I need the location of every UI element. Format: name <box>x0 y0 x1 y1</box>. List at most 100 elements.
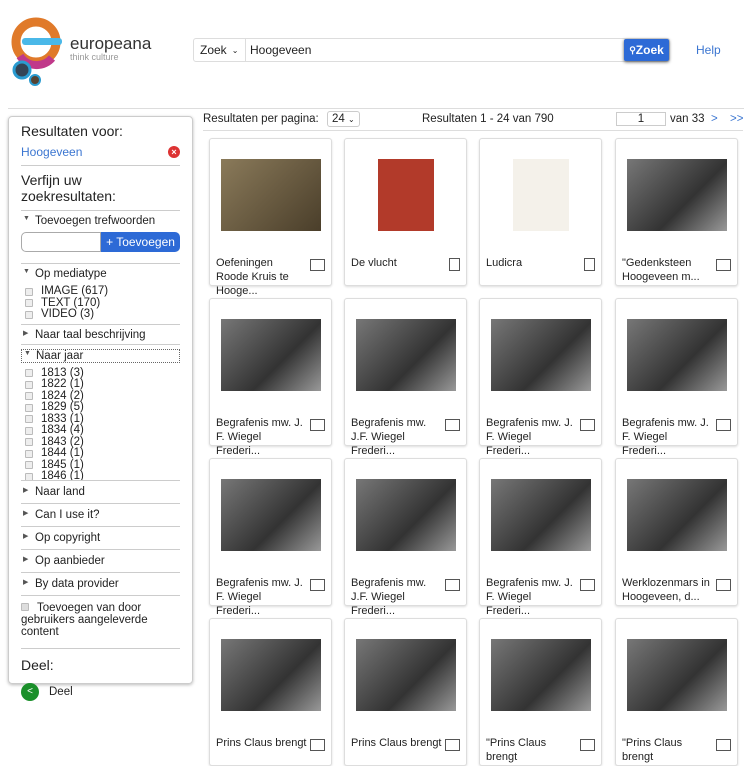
facet-year[interactable]: Naar jaar <box>21 348 180 363</box>
result-card[interactable]: Begrafenis mw. J. F. Wiegel Frederi... <box>209 458 332 617</box>
checkbox[interactable] <box>25 403 33 412</box>
result-title[interactable]: Werklozenmars in Hoogeveen, d... <box>622 576 714 604</box>
result-title[interactable]: "Prins Claus brengt <box>622 736 714 764</box>
result-thumbnail[interactable] <box>491 319 591 391</box>
facet-collapsed[interactable]: Naar land <box>21 486 180 498</box>
facet-collapsed[interactable]: Op copyright <box>21 532 180 544</box>
facet-keywords[interactable]: Toevoegen trefwoorden <box>21 215 180 227</box>
checkbox[interactable] <box>25 472 33 480</box>
result-title[interactable]: Begrafenis mw. J. F. Wiegel Frederi... <box>622 416 714 458</box>
result-title[interactable]: Prins Claus brengt <box>216 736 308 750</box>
result-title[interactable]: Prins Claus brengt <box>351 736 443 750</box>
image-icon <box>580 419 595 431</box>
checkbox[interactable] <box>25 461 33 470</box>
result-card[interactable]: Begrafenis mw. J.F. Wiegel Frederi... <box>344 458 467 617</box>
result-card[interactable]: Prins Claus brengt <box>344 618 467 766</box>
result-thumbnail[interactable] <box>627 319 727 391</box>
image-icon <box>445 419 460 431</box>
checkbox[interactable] <box>25 426 33 435</box>
result-thumbnail[interactable] <box>491 639 591 711</box>
facet-option[interactable]: VIDEO (3) <box>21 308 180 321</box>
result-card[interactable]: Ludicra <box>479 138 602 286</box>
search-button[interactable]: ⚲ Zoek <box>624 39 669 61</box>
result-card[interactable]: "Prins Claus brengt <box>479 618 602 766</box>
image-icon <box>445 739 460 751</box>
per-page-select[interactable]: 24 ⌄ <box>327 111 360 127</box>
facet-mediatype[interactable]: Op mediatype <box>21 268 180 280</box>
result-thumbnail[interactable] <box>491 479 591 551</box>
result-title[interactable]: Begrafenis mw. J. F. Wiegel Frederi... <box>216 416 308 458</box>
result-thumbnail[interactable] <box>221 319 321 391</box>
result-title[interactable]: Oefeningen Roode Kruis te Hooge... <box>216 256 308 298</box>
facet-option[interactable]: IMAGE (617) <box>21 285 180 298</box>
result-card[interactable]: Begrafenis mw. J.F. Wiegel Frederi... <box>344 298 467 457</box>
checkbox[interactable] <box>25 369 33 378</box>
help-link[interactable]: Help <box>696 43 721 57</box>
result-card[interactable]: Begrafenis mw. J. F. Wiegel Frederi... <box>479 458 602 617</box>
facet-option[interactable]: 1834 (4) <box>21 424 180 437</box>
result-card[interactable]: Begrafenis mw. J. F. Wiegel Frederi... <box>479 298 602 457</box>
result-thumbnail[interactable] <box>378 159 434 231</box>
result-card[interactable]: "Gedenksteen Hoogeveen m... <box>615 138 738 286</box>
add-keyword-button[interactable]: + Toevoegen <box>101 232 180 252</box>
result-thumbnail[interactable] <box>221 479 321 551</box>
facet-collapsed[interactable]: By data provider <box>21 578 180 590</box>
image-icon <box>716 739 731 751</box>
result-thumbnail[interactable] <box>513 159 569 231</box>
result-title[interactable]: "Gedenksteen Hoogeveen m... <box>622 256 714 284</box>
checkbox[interactable] <box>25 287 33 296</box>
result-thumbnail[interactable] <box>627 639 727 711</box>
checkbox[interactable] <box>25 449 33 458</box>
result-title[interactable]: Begrafenis mw. J. F. Wiegel Frederi... <box>486 576 578 618</box>
checkbox[interactable] <box>25 415 33 424</box>
facet-option[interactable]: 1822 (1) <box>21 378 180 391</box>
facet-collapsed[interactable]: Can I use it? <box>21 509 180 521</box>
checkbox[interactable] <box>25 380 33 389</box>
europeana-logo[interactable] <box>8 16 64 88</box>
ugc-toggle[interactable]: Toevoegen van door gebruikers aangelever… <box>21 594 180 648</box>
remove-icon[interactable]: × <box>168 146 180 158</box>
facet-option[interactable]: 1844 (1) <box>21 447 180 460</box>
result-card[interactable]: Begrafenis mw. J. F. Wiegel Frederi... <box>615 298 738 457</box>
brand-tagline: think culture <box>70 52 119 62</box>
checkbox[interactable] <box>25 438 33 447</box>
checkbox[interactable] <box>25 310 33 319</box>
result-title[interactable]: Begrafenis mw. J. F. Wiegel Frederi... <box>486 416 578 458</box>
last-page-link[interactable]: >> <box>730 113 743 125</box>
facet-option[interactable]: 1829 (5) <box>21 401 180 414</box>
search-input[interactable]: Hoogeveen <box>246 43 624 57</box>
result-thumbnail[interactable] <box>221 159 321 231</box>
result-thumbnail[interactable] <box>221 639 321 711</box>
result-thumbnail[interactable] <box>356 639 456 711</box>
result-title[interactable]: Begrafenis mw. J.F. Wiegel Frederi... <box>351 416 443 458</box>
share-link[interactable]: Deel <box>49 686 73 698</box>
result-thumbnail[interactable] <box>356 479 456 551</box>
result-card[interactable]: Werklozenmars in Hoogeveen, d... <box>615 458 738 606</box>
facet-collapsed[interactable]: Op aanbieder <box>21 555 180 567</box>
result-title[interactable]: Ludicra <box>486 256 578 270</box>
result-card[interactable]: Begrafenis mw. J. F. Wiegel Frederi... <box>209 298 332 457</box>
next-page-link[interactable]: > <box>711 113 718 125</box>
share-icon[interactable]: < <box>21 682 39 701</box>
result-card[interactable]: De vlucht <box>344 138 467 286</box>
brand-name: europeana <box>70 34 152 53</box>
result-thumbnail[interactable] <box>627 479 727 551</box>
result-title[interactable]: Begrafenis mw. J. F. Wiegel Frederi... <box>216 576 308 618</box>
ugc-checkbox[interactable] <box>21 602 29 611</box>
checkbox[interactable] <box>25 299 33 308</box>
result-title[interactable]: Begrafenis mw. J.F. Wiegel Frederi... <box>351 576 443 618</box>
result-card[interactable]: Oefeningen Roode Kruis te Hooge... <box>209 138 332 297</box>
query-term[interactable]: Hoogeveen <box>21 145 82 159</box>
search-scope-select[interactable]: Zoek ⌄ <box>194 39 246 61</box>
result-thumbnail[interactable] <box>356 319 456 391</box>
result-thumbnail[interactable] <box>627 159 727 231</box>
result-title[interactable]: "Prins Claus brengt <box>486 736 578 764</box>
page-input[interactable]: 1 <box>616 112 666 126</box>
result-card[interactable]: "Prins Claus brengt <box>615 618 738 766</box>
result-title[interactable]: De vlucht <box>351 256 443 270</box>
keyword-input[interactable] <box>21 232 101 252</box>
result-card[interactable]: Prins Claus brengt <box>209 618 332 766</box>
checkbox[interactable] <box>25 392 33 401</box>
facet-language[interactable]: Naar taal beschrijving <box>21 329 180 341</box>
facet-option[interactable]: 1846 (1) <box>21 470 180 480</box>
